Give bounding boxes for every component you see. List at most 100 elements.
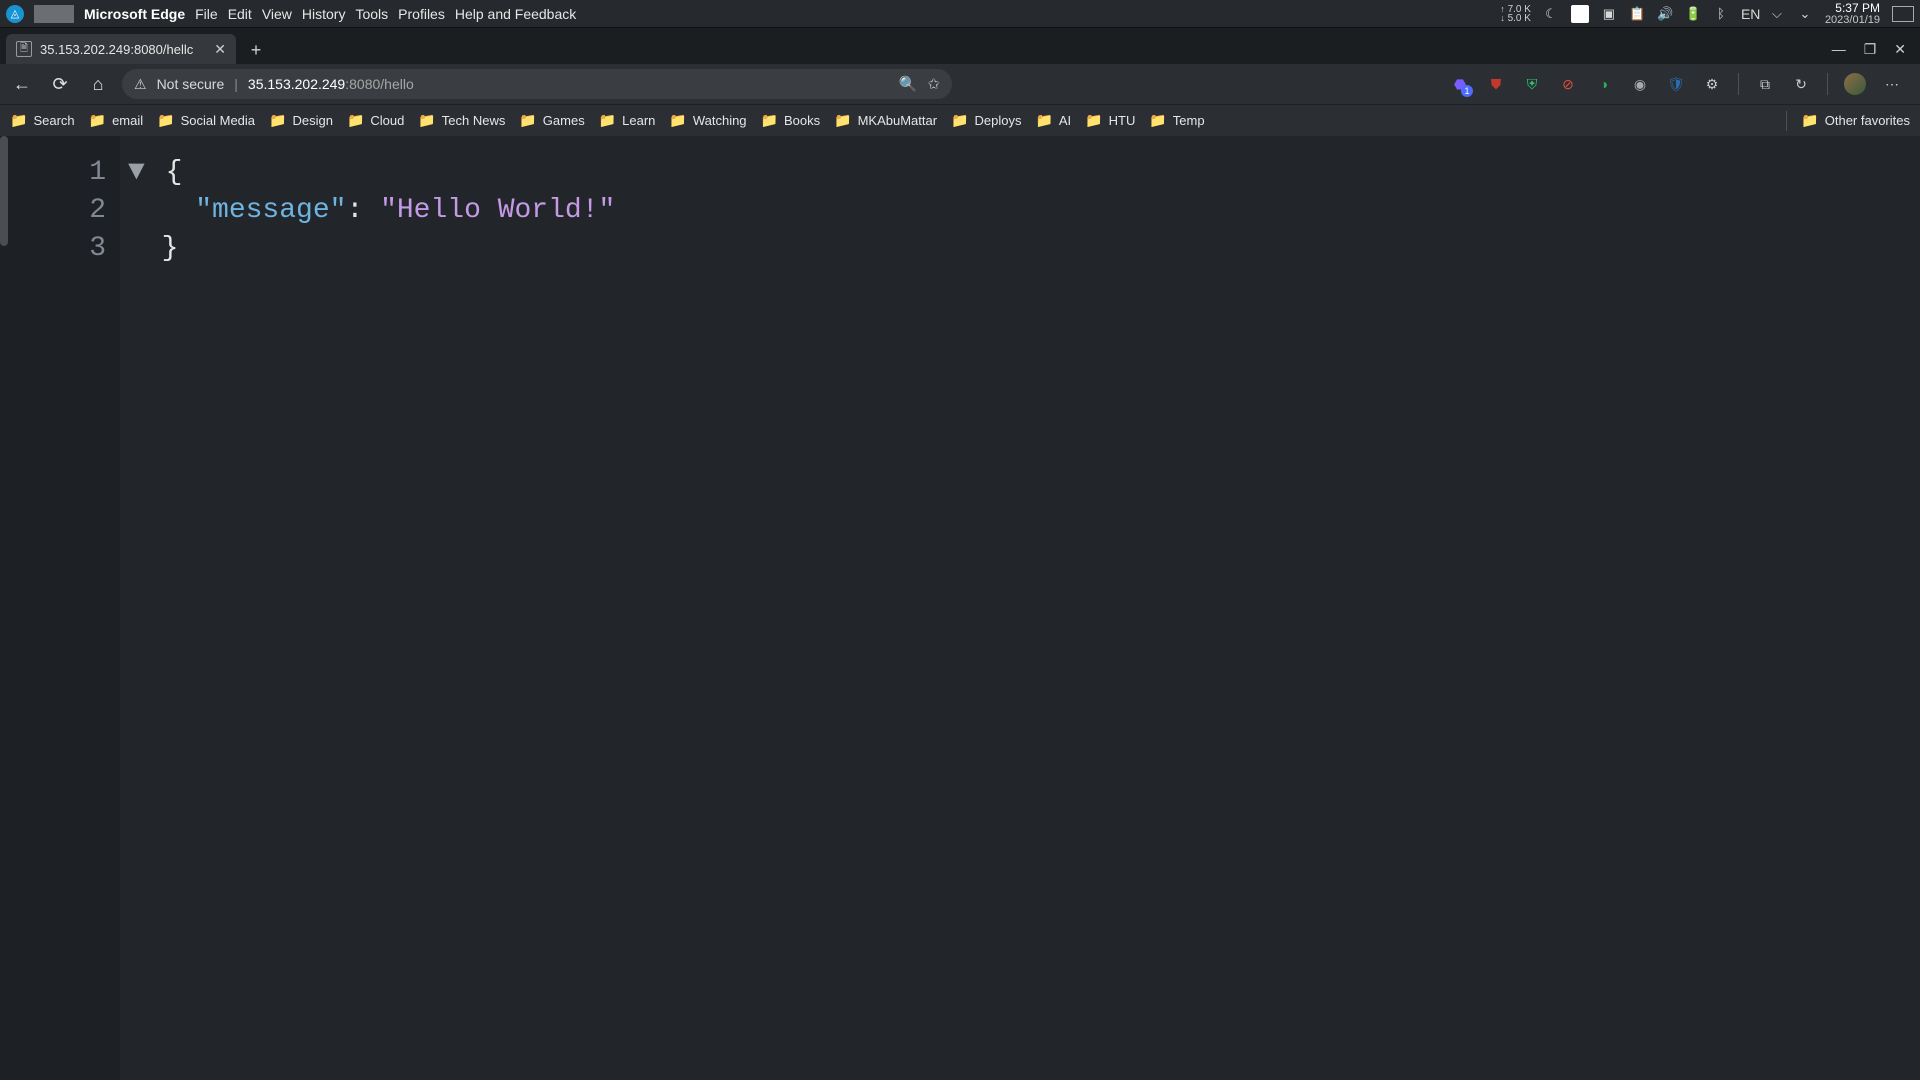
- bookmark-temp[interactable]: 📁Temp: [1149, 112, 1204, 129]
- back-button[interactable]: ←: [8, 70, 36, 98]
- more-menu-icon[interactable]: ⋯: [1882, 74, 1902, 94]
- window-minimize-button[interactable]: ―: [1832, 41, 1846, 58]
- new-tab-button[interactable]: +: [242, 36, 270, 64]
- folder-icon: 📁: [519, 112, 536, 129]
- extension-ublock-icon[interactable]: ⛊: [1486, 74, 1506, 94]
- chevron-down-icon[interactable]: ⌄: [1797, 6, 1813, 22]
- bookmark-learn[interactable]: 📁Learn: [599, 112, 656, 129]
- menu-file[interactable]: File: [195, 6, 218, 22]
- file-favicon-icon: 🗎: [16, 41, 32, 57]
- bookmark-htu[interactable]: 📁HTU: [1085, 112, 1135, 129]
- clock[interactable]: 5:37 PM 2023/01/19: [1825, 2, 1880, 26]
- folder-icon: 📁: [10, 112, 27, 129]
- security-warning-icon[interactable]: ⚠: [134, 76, 147, 93]
- browser-tab[interactable]: 🗎 35.153.202.249:8080/hellc ✕: [6, 34, 236, 64]
- bookmark-ai[interactable]: 📁AI: [1035, 112, 1071, 129]
- bookmark-games[interactable]: 📁Games: [519, 112, 584, 129]
- volume-icon[interactable]: 🔊: [1657, 6, 1673, 22]
- bookmark-books[interactable]: 📁Books: [761, 112, 821, 129]
- folder-icon: 📁: [1149, 112, 1166, 129]
- json-line-1: ▼ {: [128, 154, 615, 192]
- json-colon: :: [346, 195, 363, 226]
- folder-icon: 📁: [89, 112, 106, 129]
- menu-help[interactable]: Help and Feedback: [455, 6, 576, 22]
- bookmark-deploys[interactable]: 📁Deploys: [951, 112, 1021, 129]
- bookmark-email[interactable]: 📁email: [89, 112, 144, 129]
- line-number: 2: [0, 192, 106, 230]
- profile-avatar[interactable]: [1844, 73, 1866, 95]
- extension-bitwarden-icon[interactable]: 🛡: [1666, 74, 1686, 94]
- extension-grammarly-icon[interactable]: ◑: [1594, 74, 1614, 94]
- refresh-button[interactable]: ⟳: [46, 70, 74, 98]
- extension-adguard-icon[interactable]: ⛨: [1522, 74, 1542, 94]
- moon-icon[interactable]: ☾: [1543, 6, 1559, 22]
- folder-icon: 📁: [951, 112, 968, 129]
- os-logo-icon[interactable]: ◬: [6, 5, 24, 23]
- clipboard-icon[interactable]: 📋: [1629, 6, 1645, 22]
- menu-view[interactable]: View: [262, 6, 292, 22]
- json-value: "Hello World!": [380, 195, 615, 226]
- json-code: ▼ { "message": "Hello World!" }: [120, 136, 615, 1080]
- bookmark-search[interactable]: 📁Search: [10, 112, 75, 129]
- page-content: 1 2 3 ▼ { "message": "Hello World!" }: [0, 136, 1920, 1080]
- bookmark-design[interactable]: 📁Design: [269, 112, 333, 129]
- window-close-button[interactable]: ✕: [1894, 41, 1906, 58]
- extensions-tray: ⬣ 1 ⛊ ⛨ ⊘ ◑ ◉ 🛡 ⚙ ⧉ ↻ ⋯: [1450, 73, 1912, 95]
- address-bar[interactable]: ⚠ Not secure | 35.153.202.249:8080/hello…: [122, 69, 952, 99]
- tray-app-icon[interactable]: [1571, 5, 1589, 23]
- close-tab-icon[interactable]: ✕: [214, 41, 226, 58]
- wifi-icon[interactable]: ⌵: [1769, 6, 1785, 22]
- browser-tools-icon[interactable]: ↻: [1791, 74, 1811, 94]
- language-indicator[interactable]: EN: [1741, 6, 1757, 22]
- folder-icon: 📁: [599, 112, 616, 129]
- collapse-toggle-icon[interactable]: ▼: [128, 157, 149, 188]
- extension-camera-icon[interactable]: ◉: [1630, 74, 1650, 94]
- home-button[interactable]: ⌂: [84, 70, 112, 98]
- line-number: 1: [0, 154, 106, 192]
- battery-icon[interactable]: 🔋: [1685, 6, 1701, 22]
- bookmark-mkabumattar[interactable]: 📁MKAbuMattar: [834, 112, 937, 129]
- bookmarks-divider: [1786, 111, 1787, 131]
- folder-icon: 📁: [761, 112, 778, 129]
- tab-title: 35.153.202.249:8080/hellc: [40, 42, 206, 57]
- folder-icon: 📁: [834, 112, 851, 129]
- extensions-menu-icon[interactable]: ⚙: [1702, 74, 1722, 94]
- network-speed: ↑ 7.0 K ↓ 5.0 K: [1500, 5, 1531, 23]
- bookmarks-bar: 📁Search 📁email 📁Social Media 📁Design 📁Cl…: [0, 104, 1920, 136]
- bookmark-social[interactable]: 📁Social Media: [157, 112, 255, 129]
- window-restore-button[interactable]: ❐: [1864, 41, 1877, 58]
- menu-history[interactable]: History: [302, 6, 346, 22]
- other-favorites[interactable]: 📁Other favorites: [1801, 112, 1910, 129]
- line-number: 3: [0, 230, 106, 268]
- os-menubar: ◬ Microsoft Edge File Edit View History …: [0, 0, 1920, 28]
- scrollbar-thumb[interactable]: [0, 136, 8, 246]
- folder-icon: 📁: [1801, 112, 1818, 129]
- favorite-icon[interactable]: ✩: [927, 75, 940, 93]
- menu-profiles[interactable]: Profiles: [398, 6, 445, 22]
- bluetooth-icon[interactable]: ᛒ: [1713, 6, 1729, 21]
- bookmark-cloud[interactable]: 📁Cloud: [347, 112, 404, 129]
- json-line-3: }: [128, 230, 615, 268]
- folder-icon: 📁: [1035, 112, 1052, 129]
- toolbar-divider-2: [1827, 73, 1828, 95]
- collections-icon[interactable]: ⧉: [1755, 74, 1775, 94]
- extension-devtools-icon[interactable]: ⬣ 1: [1450, 74, 1470, 94]
- close-brace: }: [162, 233, 179, 264]
- tab-strip: 🗎 35.153.202.249:8080/hellc ✕ + ― ❐ ✕: [0, 28, 1920, 64]
- url-text: 35.153.202.249:8080/hello: [248, 76, 414, 92]
- extension-noscript-icon[interactable]: ⊘: [1558, 74, 1578, 94]
- os-workspace-icon[interactable]: [34, 5, 74, 23]
- menu-edit[interactable]: Edit: [228, 6, 252, 22]
- folder-icon: 📁: [418, 112, 435, 129]
- bookmark-technews[interactable]: 📁Tech News: [418, 112, 505, 129]
- bookmark-watching[interactable]: 📁Watching: [669, 112, 746, 129]
- menu-tools[interactable]: Tools: [355, 6, 388, 22]
- zoom-icon[interactable]: 🔍: [899, 75, 918, 93]
- json-line-2: "message": "Hello World!": [128, 192, 615, 230]
- json-key: "message": [195, 195, 346, 226]
- folder-icon: 📁: [1085, 112, 1102, 129]
- folder-icon: 📁: [669, 112, 686, 129]
- extension-badge: 1: [1461, 85, 1473, 97]
- window-indicator-icon[interactable]: [1892, 6, 1914, 22]
- terminal-icon[interactable]: ▣: [1601, 6, 1617, 22]
